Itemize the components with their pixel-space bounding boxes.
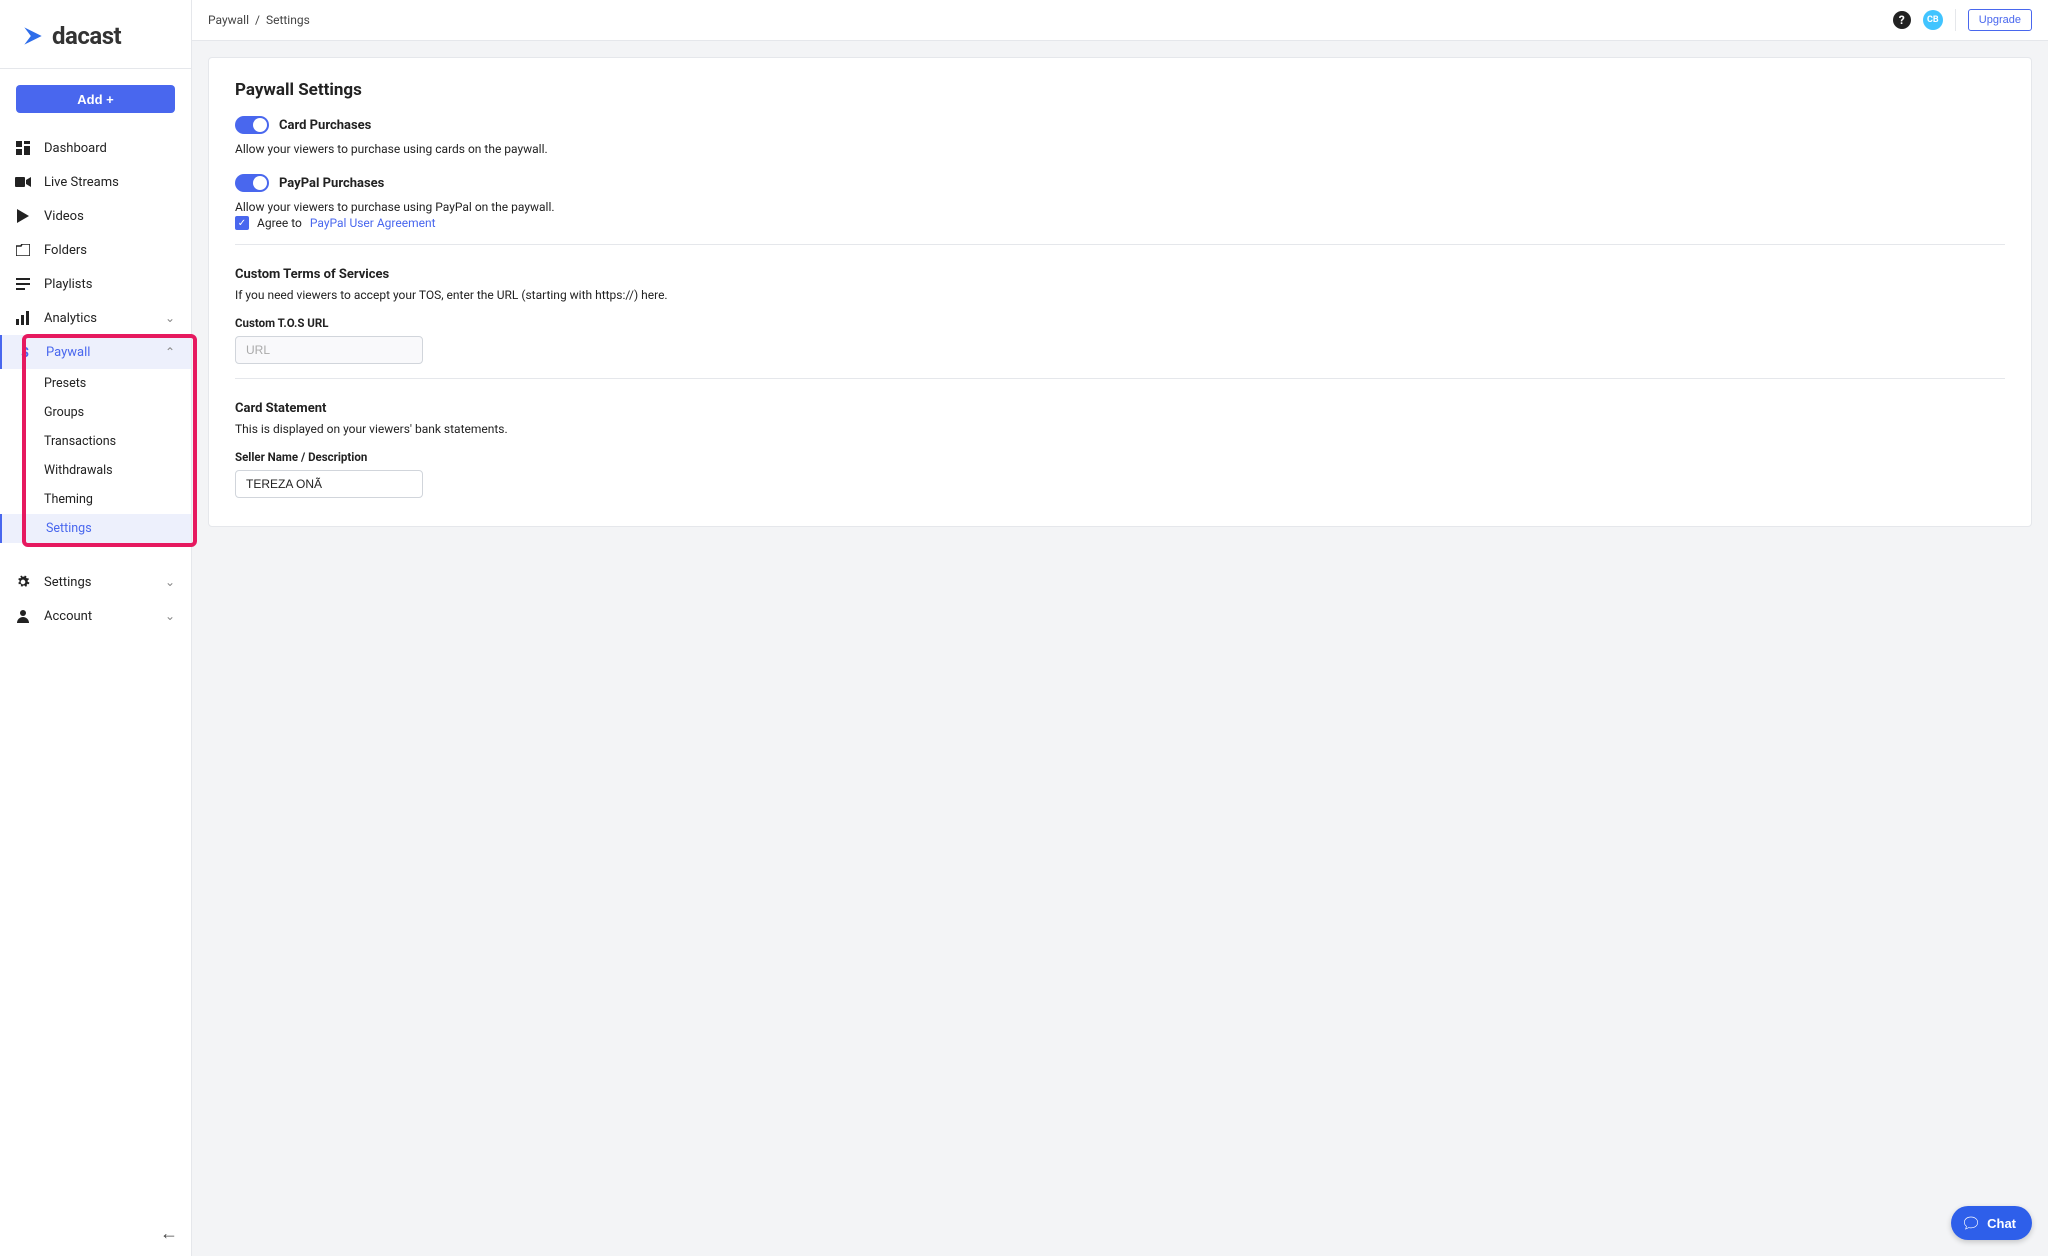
tos-title: Custom Terms of Services (235, 267, 2005, 282)
toggle-card-purchases[interactable] (235, 116, 269, 134)
breadcrumb-b: Settings (266, 13, 310, 27)
paywall-settings-panel: Paywall Settings Card Purchases Allow yo… (208, 57, 2032, 527)
sidebar-item-label: Videos (44, 209, 84, 224)
sidebar-item-videos[interactable]: Videos (0, 199, 191, 233)
sidebar-item-paywall[interactable]: $ Paywall ⌃ (0, 335, 191, 369)
sidebar-item-live-streams[interactable]: Live Streams (0, 165, 191, 199)
card-purchases-desc: Allow your viewers to purchase using car… (235, 142, 2005, 156)
sidebar-item-account[interactable]: Account ⌄ (0, 599, 191, 633)
help-icon[interactable]: ? (1893, 11, 1911, 29)
statement-label: Seller Name / Description (235, 450, 2005, 464)
chat-icon (1963, 1215, 1979, 1231)
sidebar-item-label: Live Streams (44, 175, 119, 190)
tos-desc: If you need viewers to accept your TOS, … (235, 288, 2005, 302)
add-button[interactable]: Add + (16, 85, 175, 113)
sidebar-item-label: Playlists (44, 277, 92, 292)
topbar: Paywall / Settings ? CB Upgrade (192, 0, 2048, 41)
brand-name: dacast (52, 22, 121, 50)
folder-icon (14, 241, 32, 259)
checkbox-paypal-agreement[interactable]: ✓ (235, 216, 249, 230)
chevron-down-icon: ⌄ (165, 609, 175, 623)
sidebar-item-playlists[interactable]: Playlists (0, 267, 191, 301)
person-icon (14, 607, 32, 625)
sidebar-item-analytics[interactable]: Analytics ⌄ (0, 301, 191, 335)
avatar[interactable]: CB (1923, 10, 1943, 30)
chevron-down-icon: ⌄ (165, 311, 175, 325)
sidebar-sub-theming[interactable]: Theming (0, 485, 191, 514)
dashboard-icon (14, 139, 32, 157)
camera-icon (14, 173, 32, 191)
main: Paywall / Settings ? CB Upgrade Paywall … (192, 0, 2048, 1256)
toggle-paypal-purchases[interactable] (235, 174, 269, 192)
upgrade-button[interactable]: Upgrade (1968, 9, 2032, 31)
seller-name-input[interactable] (235, 470, 423, 498)
logo: dacast (0, 0, 191, 69)
divider (235, 378, 2005, 379)
paypal-purchases-label: PayPal Purchases (279, 176, 384, 191)
agree-prefix: Agree to (257, 216, 302, 230)
paypal-agreement-link[interactable]: PayPal User Agreement (310, 216, 436, 230)
sidebar-item-folders[interactable]: Folders (0, 233, 191, 267)
sidebar-item-label: Paywall (46, 345, 90, 360)
chevron-down-icon: ⌄ (165, 575, 175, 589)
chevron-up-icon: ⌃ (165, 345, 175, 359)
chat-button[interactable]: Chat (1951, 1206, 2032, 1240)
divider (1955, 9, 1956, 31)
sidebar-item-label: Dashboard (44, 141, 107, 156)
sidebar-item-dashboard[interactable]: Dashboard (0, 131, 191, 165)
sidebar-item-label: Analytics (44, 311, 97, 326)
dollar-icon: $ (16, 343, 34, 361)
sidebar: dacast Add + Dashboard Live Streams Vide… (0, 0, 192, 1256)
sidebar-item-label: Folders (44, 243, 87, 258)
sidebar-item-label: Account (44, 609, 92, 624)
sidebar-item-label: Settings (44, 575, 91, 590)
sidebar-item-settings[interactable]: Settings ⌄ (0, 565, 191, 599)
sidebar-sub-presets[interactable]: Presets (0, 369, 191, 398)
brand-mark-icon (20, 23, 46, 49)
nav: Dashboard Live Streams Videos Folders Pl… (0, 131, 191, 1256)
analytics-icon (14, 309, 32, 327)
divider (235, 244, 2005, 245)
gear-icon (14, 573, 32, 591)
page-title: Paywall Settings (235, 80, 2005, 100)
svg-text:$: $ (21, 344, 29, 360)
breadcrumb-a[interactable]: Paywall (208, 13, 249, 27)
sidebar-sub-transactions[interactable]: Transactions (0, 427, 191, 456)
playlist-icon (14, 275, 32, 293)
sidebar-sub-groups[interactable]: Groups (0, 398, 191, 427)
statement-title: Card Statement (235, 401, 2005, 416)
paywall-submenu: Presets Groups Transactions Withdrawals … (0, 369, 191, 543)
chat-label: Chat (1987, 1216, 2016, 1231)
tos-url-input[interactable] (235, 336, 423, 364)
breadcrumb-sep: / (255, 13, 260, 27)
play-icon (14, 207, 32, 225)
paypal-purchases-desc: Allow your viewers to purchase using Pay… (235, 200, 2005, 214)
sidebar-sub-settings[interactable]: Settings (0, 514, 191, 543)
breadcrumb: Paywall / Settings (208, 13, 310, 27)
statement-desc: This is displayed on your viewers' bank … (235, 422, 2005, 436)
sidebar-sub-withdrawals[interactable]: Withdrawals (0, 456, 191, 485)
tos-url-label: Custom T.O.S URL (235, 316, 2005, 330)
card-purchases-label: Card Purchases (279, 118, 371, 133)
collapse-sidebar-icon[interactable]: ← (160, 1223, 178, 1244)
